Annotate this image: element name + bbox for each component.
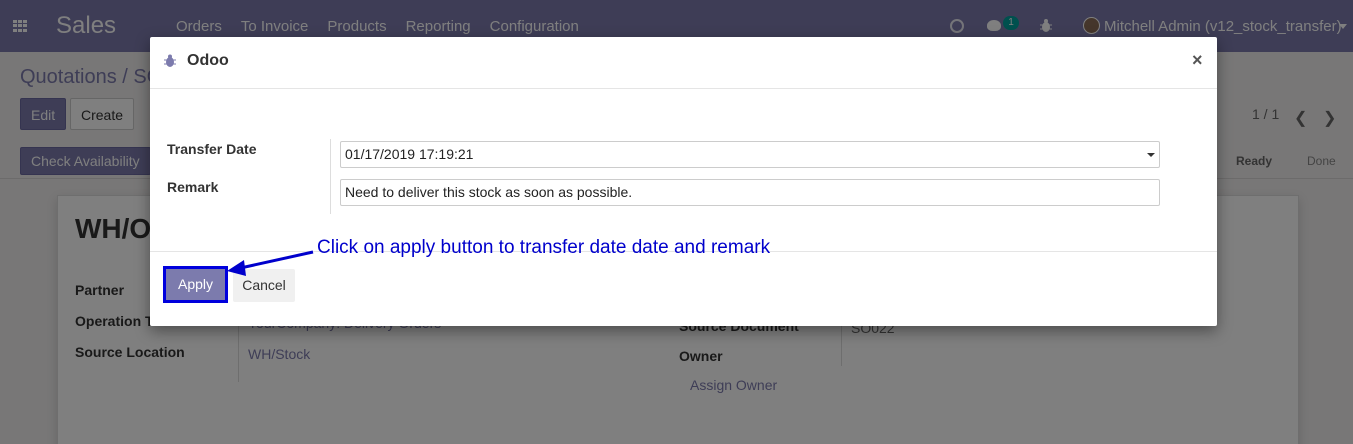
form-separator [330,139,331,214]
transfer-date-label: Transfer Date [167,141,257,157]
remark-field[interactable]: Need to deliver this stock as soon as po… [340,179,1160,206]
cancel-button[interactable]: Cancel [233,269,295,302]
chevron-down-icon[interactable] [1147,153,1155,157]
debug-bug-icon [164,54,176,67]
dialog-header: Odoo × [150,37,1217,89]
remark-label: Remark [167,179,219,195]
apply-button[interactable]: Apply [163,266,228,303]
dialog-title: Odoo [187,52,229,69]
close-icon[interactable]: × [1192,50,1203,71]
annotation-text: Click on apply button to transfer date d… [317,237,771,258]
dialog-footer [150,251,1217,326]
transfer-date-field[interactable]: 01/17/2019 17:19:21 [340,141,1160,168]
transfer-dialog: Odoo × Transfer Date Remark 01/17/2019 1… [150,37,1217,326]
